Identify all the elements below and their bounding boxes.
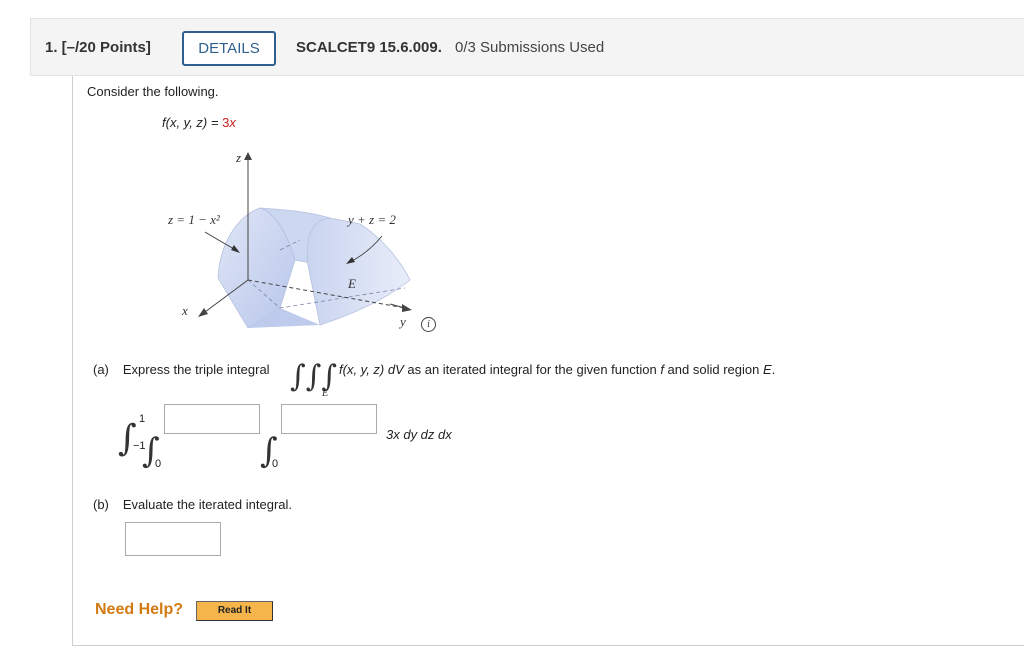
middle-upper-limit-input[interactable] — [164, 404, 260, 434]
part-b-prompt: (b) Evaluate the iterated integral. — [93, 497, 292, 512]
intro-text: Consider the following. — [87, 84, 219, 99]
outer-upper-limit: 1 — [139, 413, 146, 425]
svg-text:∫: ∫ — [118, 418, 137, 459]
axis-z-label: z — [235, 150, 241, 165]
need-help-label: Need Help? — [95, 601, 184, 618]
part-a-text-before: Express the triple integral — [122, 362, 270, 377]
function-var: x — [229, 115, 236, 130]
question-header: 1. [–/20 Points] DETAILS SCALCET9 15.6.0… — [30, 18, 1024, 76]
region-label: E — [347, 276, 356, 291]
part-b-text: Evaluate the iterated integral. — [122, 497, 292, 512]
details-button[interactable]: DETAILS — [182, 31, 276, 66]
axis-y-label: y — [398, 314, 406, 329]
question-number: 1. [–/20 Points] — [45, 39, 151, 56]
svg-text:∫∫∫: ∫∫∫ — [290, 359, 337, 394]
plane-face — [306, 217, 411, 326]
inner-lower-limit: 0 — [272, 458, 279, 470]
part-a-label: (a) — [93, 362, 109, 377]
part-a-E: E — [762, 362, 772, 377]
part-b-label: (b) — [93, 497, 109, 512]
function-rhs: 3x — [222, 115, 236, 130]
surface1-label: z = 1 − x² — [167, 212, 221, 227]
submissions-used: 0/3 Submissions Used — [455, 39, 605, 56]
surface2-label: y + z = 2 — [346, 212, 396, 227]
part-a-text-mid: as an iterated integral for the given fu… — [403, 362, 661, 377]
integrand: 3x dy dz dx — [386, 427, 452, 442]
part-a-text-after: f(x, y, z) dV as an iterated integral fo… — [339, 362, 775, 377]
read-it-button[interactable]: Read It — [196, 601, 273, 621]
function-definition: f(x, y, z) = 3x — [162, 115, 236, 130]
info-icon[interactable]: i — [421, 317, 436, 332]
problem-code: SCALCET9 15.6.009. — [296, 39, 442, 56]
triple-integral-symbol: ∫∫∫ E — [290, 359, 337, 398]
axis-x-label: x — [181, 303, 188, 318]
inner-upper-limit-input[interactable] — [281, 404, 377, 434]
part-a-period: . — [771, 362, 776, 377]
part-a-integrand-expr: f(x, y, z) dV — [339, 362, 404, 377]
middle-lower-limit: 0 — [155, 458, 162, 470]
function-lhs: f(x, y, z) = — [162, 115, 223, 130]
part-a-prompt: (a) Express the triple integral — [93, 362, 270, 377]
part-a-text-and: and solid region — [663, 362, 763, 377]
solid-region-figure: z x y z = 1 − x² y + z = 2 E — [167, 150, 412, 329]
part-b-answer-input[interactable] — [125, 522, 221, 556]
triple-integral-region: E — [321, 388, 328, 398]
